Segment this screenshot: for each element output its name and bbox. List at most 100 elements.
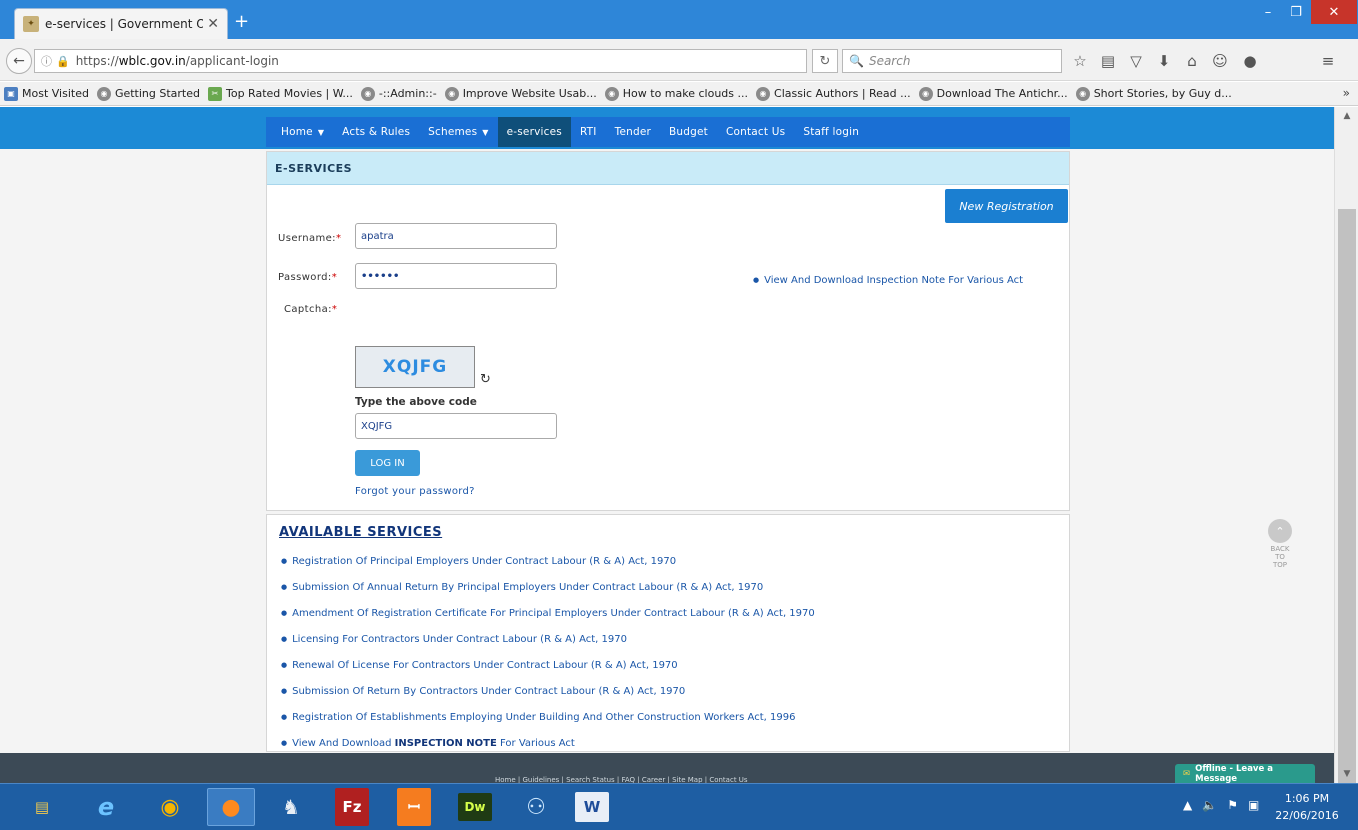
globe-icon: ◉ bbox=[756, 86, 771, 101]
taskbar-clock[interactable]: 1:06 PM 22/06/2016 bbox=[1262, 790, 1352, 824]
bullet-icon: ● bbox=[281, 687, 288, 695]
maximize-button[interactable]: ❐ bbox=[1282, 0, 1310, 24]
smiley-icon[interactable]: ☺ bbox=[1210, 51, 1230, 71]
menu-contact-us[interactable]: Contact Us bbox=[717, 117, 794, 147]
offline-chat-button[interactable]: ✉ Offline - Leave a Message bbox=[1175, 764, 1315, 784]
close-window-button[interactable]: ✕ bbox=[1311, 0, 1357, 24]
caret-down-icon: ▼ bbox=[482, 127, 489, 137]
network-icon[interactable]: ▣ bbox=[1248, 798, 1259, 812]
menu-schemes[interactable]: Schemes ▼ bbox=[419, 117, 497, 147]
clock-time: 1:06 PM bbox=[1284, 792, 1330, 805]
menu-rti[interactable]: RTI bbox=[571, 117, 606, 147]
firefox-icon[interactable]: ● bbox=[207, 788, 255, 826]
bullet-icon: ● bbox=[281, 635, 288, 643]
address-bar[interactable]: ⓘ 🔒 https://wblc.gov.in/applicant-login bbox=[34, 49, 807, 73]
internet-explorer-icon[interactable]: e bbox=[82, 788, 130, 826]
filezilla-icon[interactable]: Fz bbox=[335, 788, 369, 826]
page-scrollbar[interactable]: ▲ ▼ bbox=[1334, 107, 1358, 799]
new-tab-button[interactable]: + bbox=[234, 13, 249, 31]
home-icon[interactable]: ⌂ bbox=[1182, 51, 1202, 71]
site-footer: Home | Guidelines | Search Status | FAQ … bbox=[0, 753, 1334, 784]
login-panel: E-SERVICES New Registration Username:* a… bbox=[266, 151, 1070, 511]
search-input[interactable]: 🔍 Search bbox=[842, 49, 1062, 73]
file-explorer-icon[interactable]: ▤ bbox=[18, 788, 66, 826]
service-link[interactable]: ● Renewal Of License For Contractors Unde… bbox=[281, 660, 678, 671]
service-link[interactable]: ● Amendment Of Registration Certificate F… bbox=[281, 608, 815, 619]
reading-list-icon[interactable]: ▤ bbox=[1098, 51, 1118, 71]
service-link[interactable]: ● Licensing For Contractors Under Contrac… bbox=[281, 634, 627, 645]
chevron-up-icon: ⌃ bbox=[1268, 519, 1292, 543]
search-icon: 🔍 bbox=[849, 54, 864, 68]
more-bookmarks-icon[interactable]: » bbox=[1343, 86, 1350, 100]
back-button[interactable]: ← bbox=[6, 48, 32, 74]
captcha-input[interactable]: XQJFG bbox=[355, 413, 557, 439]
menu-acts-rules[interactable]: Acts & Rules bbox=[333, 117, 419, 147]
bookmark-item[interactable]: ▣ Most Visited bbox=[4, 86, 89, 101]
back-to-top-button[interactable]: ⌃ BACK TO TOP bbox=[1267, 519, 1293, 569]
bullet-icon: ● bbox=[281, 713, 288, 721]
bullet-icon: ● bbox=[281, 609, 288, 617]
bookmark-item[interactable]: ◉ Short Stories, by Guy d... bbox=[1075, 86, 1232, 101]
login-button[interactable]: LOG IN bbox=[355, 450, 420, 476]
browser-title-bar: ✦ e-services | Government O... ✕ + – ❐ ✕ bbox=[0, 0, 1358, 39]
username-field[interactable]: apatra bbox=[355, 223, 557, 249]
minimize-button[interactable]: – bbox=[1254, 0, 1282, 24]
info-icon[interactable]: ⓘ bbox=[41, 53, 52, 69]
tray-arrow-icon[interactable]: ▲ bbox=[1183, 798, 1192, 812]
service-link[interactable]: ● Submission Of Annual Return By Principa… bbox=[281, 582, 763, 593]
menu-tender[interactable]: Tender bbox=[606, 117, 660, 147]
globe-icon: ◉ bbox=[360, 86, 375, 101]
panel-heading: E-SERVICES bbox=[267, 152, 1069, 185]
forgot-password-link[interactable]: Forgot your password? bbox=[355, 486, 475, 497]
services-title[interactable]: AVAILABLE SERVICES bbox=[279, 525, 442, 540]
network-app-icon[interactable]: ⚇ bbox=[512, 788, 560, 826]
bookmark-item[interactable]: ◉ How to make clouds ... bbox=[604, 86, 748, 101]
browser-tab[interactable]: ✦ e-services | Government O... ✕ bbox=[14, 8, 228, 39]
close-tab-icon[interactable]: ✕ bbox=[207, 16, 219, 32]
download-icon[interactable]: ⬇ bbox=[1154, 51, 1174, 71]
volume-icon[interactable]: 🔈 bbox=[1202, 798, 1217, 812]
type-code-label: Type the above code bbox=[355, 396, 477, 408]
clock-date: 22/06/2016 bbox=[1275, 809, 1339, 822]
url-text: https://wblc.gov.in/applicant-login bbox=[75, 54, 279, 68]
scroll-down-icon[interactable]: ▼ bbox=[1335, 765, 1358, 783]
extension-icon[interactable]: ● bbox=[1240, 51, 1260, 71]
scroll-up-icon[interactable]: ▲ bbox=[1335, 107, 1358, 125]
dreamweaver-icon[interactable]: Dw bbox=[458, 793, 492, 821]
service-link[interactable]: ● View And Download INSPECTION NOTE For V… bbox=[281, 738, 575, 749]
word-icon[interactable]: W bbox=[575, 792, 609, 822]
bookmark-item[interactable]: ◉ Download The Antichr... bbox=[918, 86, 1068, 101]
username-label: Username:* bbox=[278, 233, 342, 244]
menu-e-services[interactable]: e-services bbox=[497, 117, 571, 147]
service-link[interactable]: ● Registration Of Principal Employers Und… bbox=[281, 556, 676, 567]
emblem-icon: ✦ bbox=[23, 16, 39, 32]
bookmark-item[interactable]: ◉ -::Admin::- bbox=[360, 86, 437, 101]
available-services-panel: AVAILABLE SERVICES ● Registration Of Prin… bbox=[266, 514, 1070, 752]
bookmark-item[interactable]: ◉ Classic Authors | Read ... bbox=[756, 86, 911, 101]
menu-icon[interactable]: ≡ bbox=[1318, 51, 1338, 71]
scroll-thumb[interactable] bbox=[1338, 209, 1356, 799]
service-link[interactable]: ● Registration Of Establishments Employin… bbox=[281, 712, 795, 723]
bookmark-item[interactable]: ◉ Improve Website Usab... bbox=[444, 86, 597, 101]
password-field[interactable]: •••••• bbox=[355, 263, 557, 289]
reload-button[interactable]: ↻ bbox=[812, 49, 838, 73]
bookmark-item[interactable]: ✂ Top Rated Movies | W... bbox=[208, 86, 353, 101]
menu-home[interactable]: Home ▼ bbox=[272, 117, 333, 147]
chrome-icon[interactable]: ◉ bbox=[146, 788, 194, 826]
service-link[interactable]: ● Submission Of Return By Contractors Und… bbox=[281, 686, 685, 697]
inspection-note-link[interactable]: ● View And Download Inspection Note For V… bbox=[753, 275, 1023, 286]
globe-icon: ◉ bbox=[604, 86, 619, 101]
bookmark-item[interactable]: ◉ Getting Started bbox=[96, 86, 200, 101]
globe-icon: ◉ bbox=[444, 86, 459, 101]
pgadmin-icon[interactable]: ♞ bbox=[267, 788, 315, 826]
menu-staff-login[interactable]: Staff login bbox=[794, 117, 868, 147]
new-registration-button[interactable]: New Registration bbox=[945, 189, 1068, 223]
refresh-captcha-icon[interactable]: ↻ bbox=[480, 372, 491, 387]
menu-budget[interactable]: Budget bbox=[660, 117, 717, 147]
bookmark-star-icon[interactable]: ☆ bbox=[1070, 51, 1090, 71]
back-to-top-label: BACK TO TOP bbox=[1270, 545, 1290, 569]
system-tray: ▲ 🔈 ⚑ ▣ bbox=[1183, 798, 1259, 812]
pocket-icon[interactable]: ▽ bbox=[1126, 51, 1146, 71]
xampp-icon[interactable]: ꟷ bbox=[397, 788, 431, 826]
flag-icon[interactable]: ⚑ bbox=[1227, 798, 1238, 812]
